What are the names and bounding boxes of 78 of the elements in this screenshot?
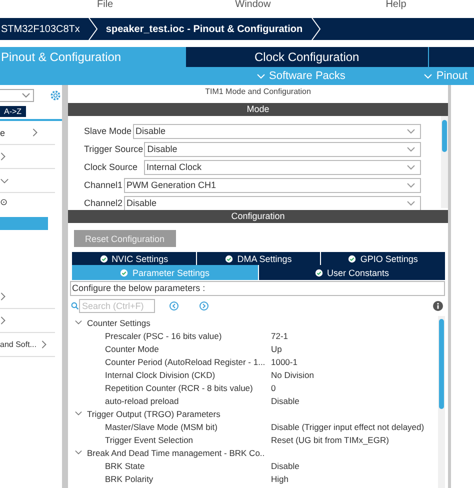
main-tab[interactable]: Clock Configuration: [186, 47, 428, 67]
tree-group[interactable]: Counter Settings: [75, 316, 438, 329]
parameter-name: auto-reload preload: [105, 396, 180, 406]
scrollbar[interactable]: [441, 116, 448, 208]
previous-icon[interactable]: [169, 301, 179, 311]
hint-text: Configure the below parameters :: [70, 281, 445, 296]
parameter-name: Repetition Counter (RCR - 8 bits value): [105, 382, 254, 392]
parameter-value[interactable]: Reset (UG bit from TIMx_EGR): [271, 434, 389, 444]
parameter-name: BRK State: [105, 460, 146, 470]
caret-icon: [407, 128, 415, 134]
category-item[interactable]: ⊙: [0, 193, 55, 211]
category-dropdown[interactable]: [0, 89, 34, 102]
tree-group[interactable]: Trigger Output (TRGO) Parameters: [75, 407, 438, 420]
chevron-separator-icon: [310, 18, 321, 40]
select-field[interactable]: Internal Clock: [144, 160, 421, 174]
caret-icon: [407, 164, 415, 170]
menu-item[interactable]: Help: [386, 0, 406, 10]
chevron-separator-icon: [88, 18, 98, 40]
parameter-name: Counter Period (AutoReload Register - 1...: [105, 356, 266, 366]
check-circle-icon: [348, 254, 356, 262]
caret-icon: [407, 200, 415, 206]
check-circle-icon: [100, 254, 108, 262]
chevron-down-icon: [75, 320, 82, 325]
parameter-value[interactable]: 0: [271, 382, 276, 392]
parameter-name: Internal Clock Division (CKD): [105, 370, 216, 380]
info-icon[interactable]: [433, 301, 443, 311]
parameter-value[interactable]: No Division: [271, 370, 314, 380]
check-circle-icon: [225, 254, 234, 262]
field-label: Channel1: [84, 180, 123, 190]
settings-tab[interactable]: GPIO Settings: [320, 252, 446, 265]
breadcrumb-item[interactable]: speaker_test.ioc - Pinout & Configuration: [98, 24, 311, 34]
category-item[interactable]: e: [0, 121, 55, 145]
chevron-down-icon: [75, 450, 82, 455]
parameter-value[interactable]: Up: [271, 344, 282, 354]
parameter-value[interactable]: High: [271, 474, 288, 484]
caret-icon: [22, 93, 30, 98]
caret-icon: [407, 146, 415, 152]
parameter-name: Prescaler (PSC - 16 bits value): [105, 330, 223, 340]
search-icon: [71, 302, 79, 310]
main-tab[interactable]: [428, 47, 474, 67]
parameter-name: Master/Slave Mode (MSM bit): [105, 422, 218, 432]
parameter-value[interactable]: Disable (Trigger input effect not delayed): [271, 422, 424, 432]
chevron-down-icon: [75, 411, 82, 416]
chevron-down-icon: [257, 74, 265, 79]
select-field[interactable]: PWM Generation CH1: [124, 178, 421, 192]
parameter-value[interactable]: 72-1: [271, 330, 288, 340]
caret-icon: [407, 182, 415, 188]
parameter-name: Counter Mode: [105, 344, 160, 354]
category-item[interactable]: and Soft...: [0, 333, 55, 357]
tree-group[interactable]: Break And Dead Time management - BRK Co..: [75, 446, 438, 459]
panel-title: TIM1 Mode and Configuration: [204, 86, 312, 98]
parameter-name: BRK Polarity: [105, 474, 154, 484]
parameter-value[interactable]: Disable: [271, 396, 300, 406]
check-circle-icon: [120, 268, 128, 276]
select-field[interactable]: Disable: [144, 142, 421, 156]
scrollbar[interactable]: [438, 316, 445, 488]
select-field[interactable]: Disable: [132, 124, 421, 138]
field-label: Slave Mode: [84, 126, 132, 136]
menu-item[interactable]: File: [97, 0, 114, 10]
field-label: Channel2: [84, 198, 123, 208]
parameter-value[interactable]: Disable: [271, 460, 300, 470]
parameter-name: Trigger Event Selection: [105, 434, 194, 444]
chevron-down-icon: [424, 74, 432, 79]
settings-tab[interactable]: User Constants: [258, 265, 445, 280]
check-circle-icon: [314, 268, 323, 276]
field-label: Clock Source: [84, 162, 138, 172]
breadcrumb-item[interactable]: STM32F103C8Tx: [0, 24, 88, 34]
settings-tab[interactable]: NVIC Settings: [71, 252, 196, 265]
menu-item[interactable]: Window: [235, 0, 271, 10]
next-icon[interactable]: [199, 301, 209, 311]
section-header: Mode: [68, 103, 448, 116]
sort-button[interactable]: A->Z: [0, 106, 26, 117]
section-header: Configuration: [68, 210, 448, 223]
settings-tab[interactable]: DMA Settings: [196, 252, 320, 265]
parameter-value[interactable]: 1000-1: [271, 356, 298, 366]
search-field[interactable]: Search (Ctrl+F): [79, 299, 155, 313]
settings-icon[interactable]: [50, 90, 61, 101]
field-label: Trigger Source: [84, 144, 144, 154]
